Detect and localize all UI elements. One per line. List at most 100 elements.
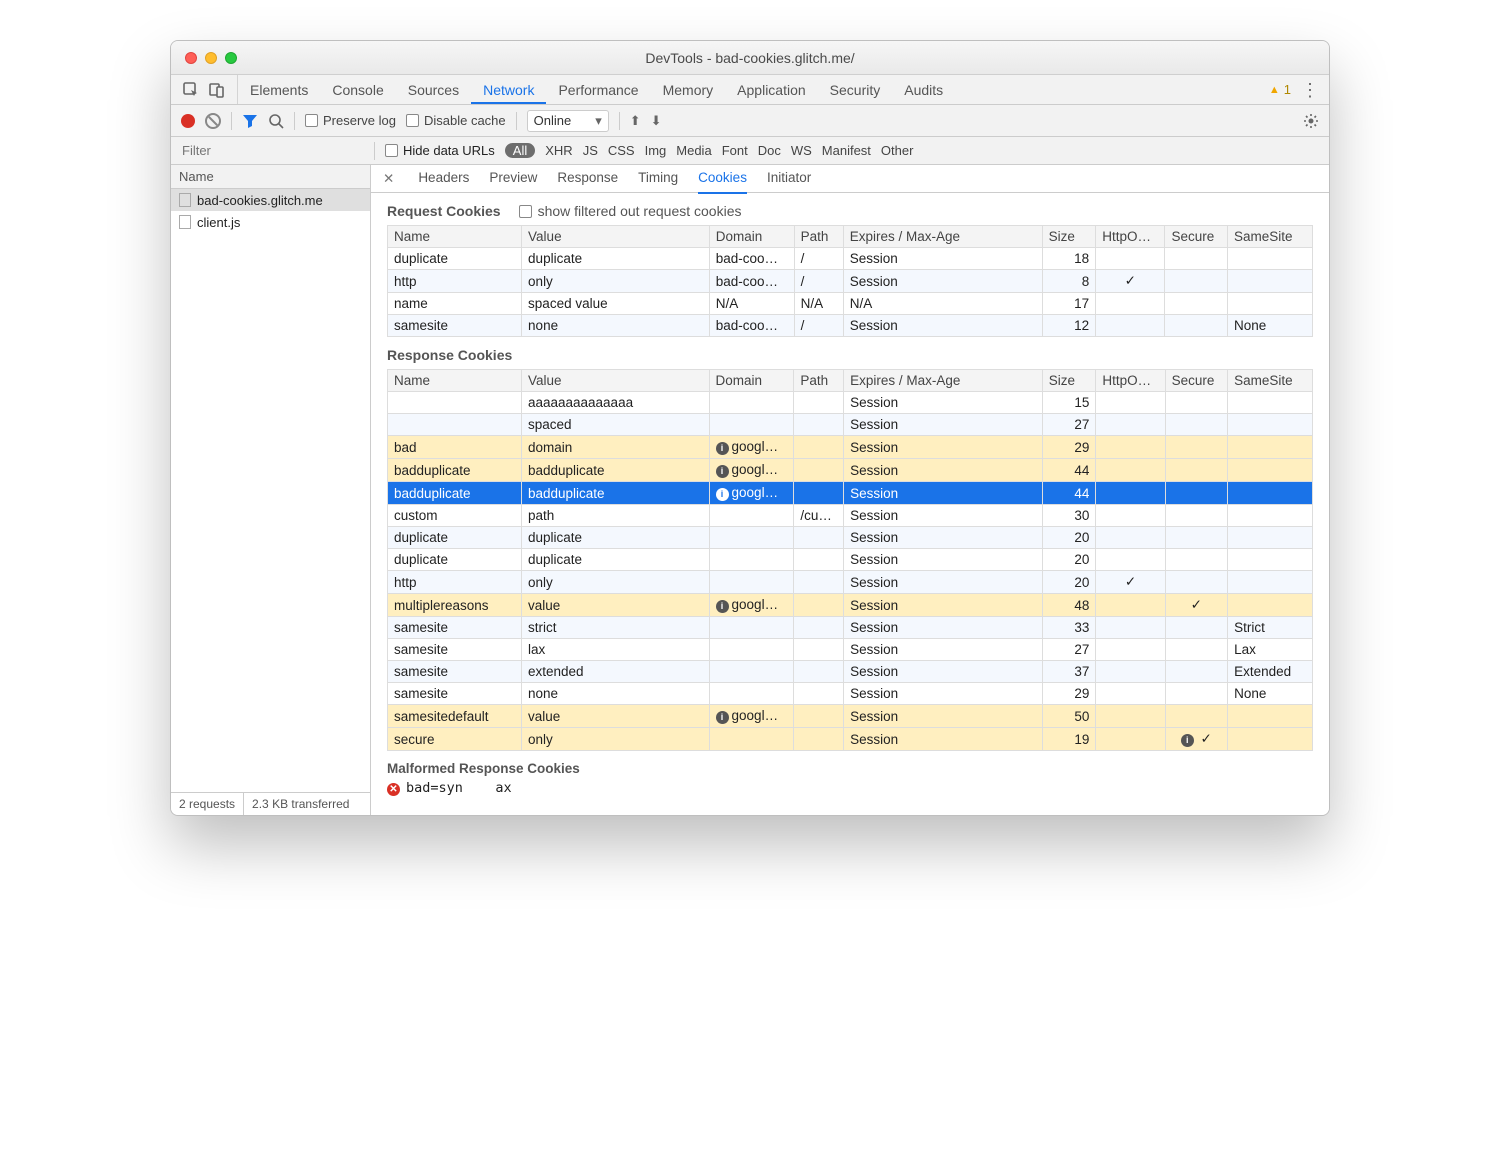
- filter-toggle-icon[interactable]: [242, 113, 258, 129]
- request-list-header[interactable]: Name: [171, 165, 370, 189]
- cookie-row[interactable]: samesitestrictSession33Strict: [388, 617, 1313, 639]
- tab-memory[interactable]: Memory: [651, 75, 726, 104]
- request-list: Name bad-cookies.glitch.meclient.js 2 re…: [171, 165, 371, 815]
- info-icon[interactable]: i: [1181, 734, 1194, 747]
- cookie-row[interactable]: httponlybad-coo…/Session8✓: [388, 270, 1313, 293]
- col-header[interactable]: Name: [388, 226, 522, 248]
- cookie-row[interactable]: samesitenoneSession29None: [388, 683, 1313, 705]
- filter-input[interactable]: [179, 141, 364, 161]
- col-header[interactable]: Secure: [1165, 370, 1228, 392]
- cookie-row[interactable]: baddomainigoogl…Session29: [388, 436, 1313, 459]
- filter-pill-font[interactable]: Font: [722, 143, 748, 158]
- filter-pill-doc[interactable]: Doc: [758, 143, 781, 158]
- cookie-row[interactable]: samesitenonebad-coo…/Session12None: [388, 315, 1313, 337]
- filter-bar: Hide data URLs All XHR JS CSS Img Media Font Do…: [171, 137, 1329, 165]
- detail-tab-cookies[interactable]: Cookies: [698, 165, 747, 194]
- show-filtered-checkbox[interactable]: show filtered out request cookies: [519, 203, 742, 219]
- col-header[interactable]: SameSite: [1228, 226, 1313, 248]
- file-icon: [179, 193, 191, 207]
- filter-pill-xhr[interactable]: XHR: [545, 143, 572, 158]
- cookie-row[interactable]: aaaaaaaaaaaaaaSession15: [388, 392, 1313, 414]
- col-header[interactable]: Secure: [1165, 226, 1228, 248]
- tab-sources[interactable]: Sources: [396, 75, 471, 104]
- info-icon[interactable]: i: [716, 600, 729, 613]
- preserve-log-checkbox[interactable]: Preserve log: [305, 113, 396, 128]
- detail-tab-preview[interactable]: Preview: [489, 165, 537, 194]
- tab-performance[interactable]: Performance: [546, 75, 650, 104]
- cookie-row[interactable]: secureonlySession19i ✓: [388, 728, 1313, 751]
- info-icon[interactable]: i: [716, 711, 729, 724]
- detail-tab-headers[interactable]: Headers: [418, 165, 469, 194]
- throttling-select[interactable]: Online: [527, 110, 609, 132]
- col-header[interactable]: Path: [794, 370, 844, 392]
- request-name: bad-cookies.glitch.me: [197, 193, 323, 208]
- filter-pill-other[interactable]: Other: [881, 143, 914, 158]
- request-row[interactable]: bad-cookies.glitch.me: [171, 189, 370, 211]
- col-header[interactable]: Expires / Max-Age: [843, 226, 1042, 248]
- network-body: Name bad-cookies.glitch.meclient.js 2 re…: [171, 165, 1329, 815]
- tab-network[interactable]: Network: [471, 75, 546, 104]
- filter-pill-js[interactable]: JS: [583, 143, 598, 158]
- info-icon[interactable]: i: [716, 488, 729, 501]
- col-header[interactable]: HttpO…: [1096, 370, 1165, 392]
- col-header[interactable]: Domain: [709, 226, 794, 248]
- detail-tab-initiator[interactable]: Initiator: [767, 165, 811, 194]
- tab-audits[interactable]: Audits: [892, 75, 955, 104]
- cookie-row[interactable]: duplicateduplicateSession20: [388, 527, 1313, 549]
- clear-button[interactable]: [205, 113, 221, 129]
- detail-tab-response[interactable]: Response: [557, 165, 618, 194]
- window-title: DevTools - bad-cookies.glitch.me/: [171, 50, 1329, 66]
- detail-tab-timing[interactable]: Timing: [638, 165, 678, 194]
- col-header[interactable]: Size: [1042, 370, 1096, 392]
- cookie-row[interactable]: namespaced valueN/AN/AN/A17: [388, 293, 1313, 315]
- filter-pill-manifest[interactable]: Manifest: [822, 143, 871, 158]
- tab-elements[interactable]: Elements: [238, 75, 320, 104]
- cookie-row[interactable]: duplicateduplicatebad-coo…/Session18: [388, 248, 1313, 270]
- cookie-row[interactable]: duplicateduplicateSession20: [388, 549, 1313, 571]
- cookie-row[interactable]: samesitelaxSession27Lax: [388, 639, 1313, 661]
- info-icon[interactable]: i: [716, 442, 729, 455]
- search-icon[interactable]: [268, 113, 284, 129]
- col-header[interactable]: Path: [794, 226, 843, 248]
- col-header[interactable]: Value: [522, 226, 710, 248]
- more-menu-icon[interactable]: ⋮: [1301, 81, 1319, 99]
- cookie-row[interactable]: samesitedefaultvalueigoogl…Session50: [388, 705, 1313, 728]
- disable-cache-checkbox[interactable]: Disable cache: [406, 113, 506, 128]
- close-detail-button[interactable]: ✕: [379, 171, 398, 187]
- tab-application[interactable]: Application: [725, 75, 818, 104]
- col-header[interactable]: Domain: [709, 370, 794, 392]
- warnings-badge[interactable]: 1: [1269, 82, 1291, 97]
- cookie-row[interactable]: httponlySession20✓: [388, 571, 1313, 594]
- filter-pill-css[interactable]: CSS: [608, 143, 635, 158]
- col-header[interactable]: HttpO…: [1096, 226, 1165, 248]
- settings-icon[interactable]: [1303, 113, 1319, 129]
- tab-security[interactable]: Security: [818, 75, 893, 104]
- download-har-icon[interactable]: ⬇: [651, 113, 662, 129]
- filter-pill-all[interactable]: All: [505, 143, 535, 158]
- response-cookies-title: Response Cookies: [387, 347, 512, 363]
- request-detail: ✕ Headers Preview Response Timing Cookies Ini…: [371, 165, 1329, 815]
- hide-data-urls-checkbox[interactable]: Hide data URLs: [385, 143, 495, 158]
- devtools-window: DevTools - bad-cookies.glitch.me/ Elemen…: [170, 40, 1330, 816]
- col-header[interactable]: Name: [388, 370, 522, 392]
- cookie-row[interactable]: badduplicatebadduplicateigoogl…Session44: [388, 459, 1313, 482]
- inspect-element-icon[interactable]: [183, 82, 199, 98]
- cookie-row[interactable]: spacedSession27: [388, 414, 1313, 436]
- filter-pill-ws[interactable]: WS: [791, 143, 812, 158]
- tab-console[interactable]: Console: [320, 75, 395, 104]
- col-header[interactable]: Expires / Max-Age: [844, 370, 1043, 392]
- filter-pill-img[interactable]: Img: [645, 143, 667, 158]
- upload-har-icon[interactable]: ⬆: [630, 113, 641, 129]
- device-toolbar-icon[interactable]: [209, 82, 225, 98]
- request-row[interactable]: client.js: [171, 211, 370, 233]
- info-icon[interactable]: i: [716, 465, 729, 478]
- col-header[interactable]: SameSite: [1228, 370, 1313, 392]
- cookie-row[interactable]: badduplicatebadduplicateigoogl…Session44: [388, 482, 1313, 505]
- cookie-row[interactable]: samesiteextendedSession37Extended: [388, 661, 1313, 683]
- record-button[interactable]: [181, 114, 195, 128]
- filter-pill-media[interactable]: Media: [676, 143, 711, 158]
- cookie-row[interactable]: custompath/cu…Session30: [388, 505, 1313, 527]
- col-header[interactable]: Value: [521, 370, 709, 392]
- col-header[interactable]: Size: [1042, 226, 1096, 248]
- cookie-row[interactable]: multiplereasonsvalueigoogl…Session48✓: [388, 594, 1313, 617]
